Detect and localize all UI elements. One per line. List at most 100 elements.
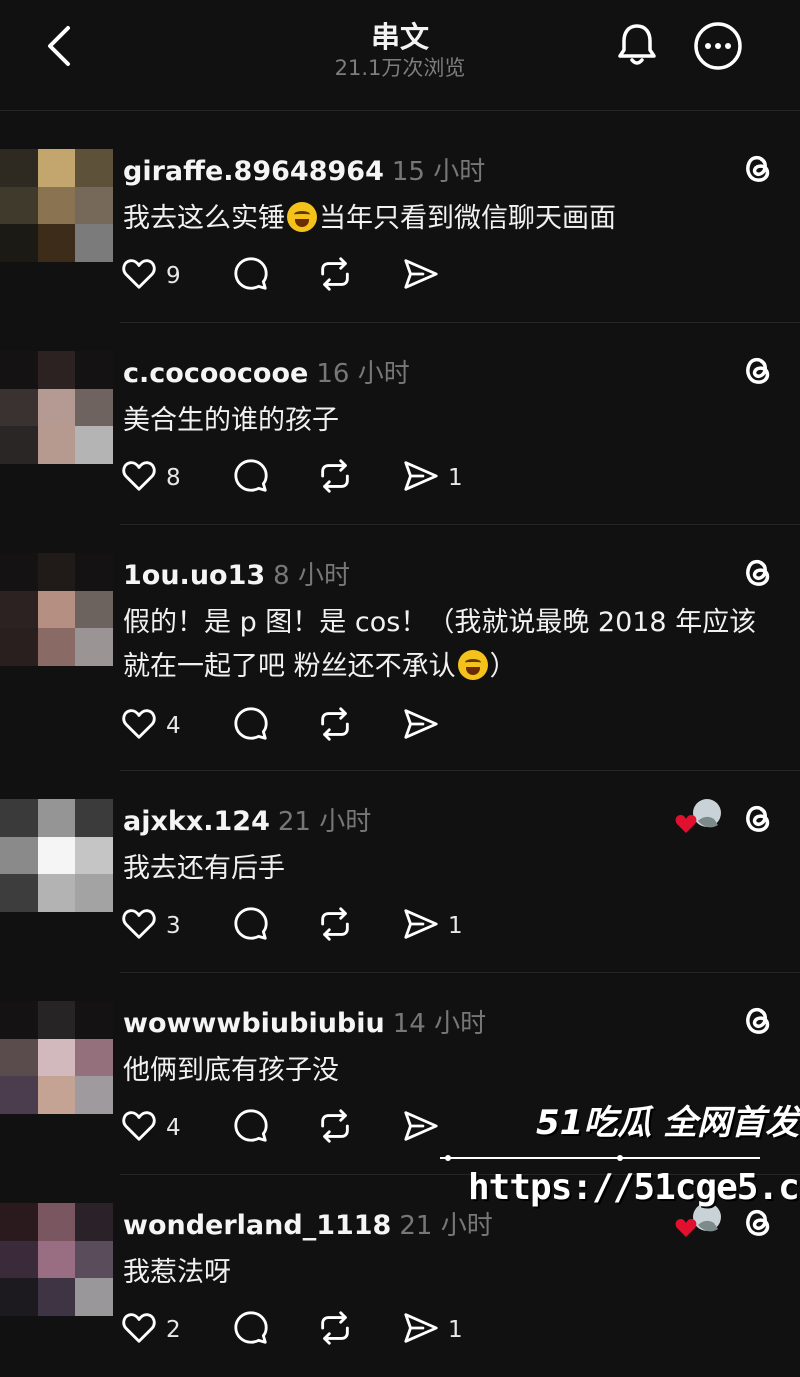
- avatar-pixel: [0, 224, 38, 262]
- share-button[interactable]: [402, 704, 448, 748]
- comment-button[interactable]: [232, 254, 270, 298]
- threads-logo-icon[interactable]: [737, 798, 777, 838]
- avatar-pixel: [75, 1278, 113, 1316]
- share-icon: [402, 1309, 440, 1351]
- username[interactable]: 1ou.uo13 8 小时: [123, 555, 350, 592]
- comment-icon: [232, 255, 270, 297]
- like-button[interactable]: 3: [120, 904, 181, 948]
- share-icon: [402, 255, 440, 297]
- post-text-part: ）: [489, 651, 517, 682]
- comment-button[interactable]: [232, 1308, 270, 1352]
- reply-list: giraffe.89648964 15 小时我去这么实锤 当年只看到微信聊天画面 9 c…: [0, 121, 800, 1377]
- heart-icon: [120, 457, 158, 499]
- username[interactable]: ajxkx.124 21 小时: [123, 801, 371, 838]
- post-time: 8 小时: [273, 561, 350, 591]
- username-text[interactable]: c.cocoocooe: [123, 358, 308, 389]
- threads-logo-icon[interactable]: [737, 552, 777, 592]
- share-button[interactable]: 1: [402, 1308, 463, 1352]
- avatar[interactable]: [0, 149, 113, 262]
- share-count: 1: [448, 465, 463, 491]
- comment-button[interactable]: [232, 904, 270, 948]
- view-count: 21.1万次浏览: [334, 56, 466, 80]
- share-button[interactable]: 1: [402, 456, 463, 500]
- share-button[interactable]: [402, 1106, 448, 1150]
- threads-logo-icon[interactable]: [737, 350, 777, 390]
- avatar-pixel: [0, 1001, 38, 1039]
- avatar[interactable]: [0, 1203, 113, 1316]
- avatar-pixel: [75, 149, 113, 187]
- avatar-pixel: [37, 799, 76, 837]
- repost-button[interactable]: [316, 904, 354, 948]
- post-time: 14 小时: [392, 1009, 487, 1039]
- post-text: 我去这么实锤 当年只看到微信聊天画面: [123, 197, 783, 241]
- like-count: 8: [166, 465, 181, 491]
- avatar-pixel: [37, 1203, 76, 1241]
- repost-button[interactable]: [316, 456, 354, 500]
- comment-button[interactable]: [232, 456, 270, 500]
- like-button[interactable]: 4: [120, 1106, 181, 1150]
- repost-button[interactable]: [316, 704, 354, 748]
- avatar-pixel: [37, 553, 76, 591]
- avatar[interactable]: [0, 1001, 113, 1114]
- more-icon[interactable]: [692, 20, 744, 72]
- avatar-pixel: [37, 1240, 76, 1279]
- repost-button[interactable]: [316, 254, 354, 298]
- username-text[interactable]: wowwwbiubiubiu: [123, 1008, 385, 1039]
- post-time: 21 小时: [277, 807, 372, 837]
- comment-button[interactable]: [232, 704, 270, 748]
- avatar[interactable]: [0, 351, 113, 464]
- avatar-pixel: [75, 590, 113, 629]
- post-text-part: 美合生的谁的孩子: [123, 405, 339, 436]
- reply-post: ajxkx.124 21 小时 我去还有后手 3 1: [0, 771, 800, 973]
- heart-icon: [120, 705, 158, 747]
- like-button[interactable]: 2: [120, 1308, 181, 1352]
- avatar-pixel: [0, 553, 38, 591]
- avatar-pixel: [0, 628, 38, 666]
- avatar-pixel: [75, 836, 113, 875]
- repost-icon: [316, 905, 354, 947]
- avatar-pixel: [0, 426, 38, 464]
- post-text-part: 假的！是 p 图！是 cos！（我就说最晚 2018 年应该就在一起了吧 粉丝还…: [123, 607, 757, 682]
- username-text[interactable]: 1ou.uo13: [123, 560, 265, 591]
- post-text: 他俩到底有孩子没: [123, 1049, 783, 1093]
- avatar-pixel: [75, 426, 113, 464]
- repost-button[interactable]: [316, 1106, 354, 1150]
- username[interactable]: wowwwbiubiubiu 14 小时: [123, 1003, 486, 1040]
- post-text: 假的！是 p 图！是 cos！（我就说最晚 2018 年应该就在一起了吧 粉丝还…: [123, 601, 783, 689]
- avatar-pixel: [37, 836, 76, 875]
- bell-icon[interactable]: [612, 20, 662, 70]
- avatar-pixel: [75, 874, 113, 912]
- avatar-pixel: [0, 1038, 38, 1077]
- comment-button[interactable]: [232, 1106, 270, 1150]
- username[interactable]: c.cocoocooe 16 小时: [123, 353, 410, 390]
- post-time: 15 小时: [391, 157, 486, 187]
- action-bar: 9: [120, 254, 720, 298]
- username-text[interactable]: ajxkx.124: [123, 806, 270, 837]
- post-text-part: 我去这么实锤: [123, 203, 285, 234]
- like-button[interactable]: 8: [120, 456, 181, 500]
- like-button[interactable]: 4: [120, 704, 181, 748]
- share-icon: [402, 705, 440, 747]
- share-icon: [402, 1107, 440, 1149]
- username-text[interactable]: giraffe.89648964: [123, 156, 384, 187]
- threads-logo-icon[interactable]: [737, 148, 777, 188]
- threads-logo-icon[interactable]: [737, 1202, 777, 1242]
- avatar-pixel: [75, 1038, 113, 1077]
- avatar[interactable]: [0, 553, 113, 666]
- threads-logo-icon[interactable]: [737, 1000, 777, 1040]
- username[interactable]: wonderland_1118 21 小时: [123, 1205, 493, 1242]
- like-button[interactable]: 9: [120, 254, 181, 298]
- repost-button[interactable]: [316, 1308, 354, 1352]
- username-text[interactable]: wonderland_1118: [123, 1210, 391, 1241]
- reply-post: wonderland_1118 21 小时我惹法呀 2 1: [0, 1175, 800, 1377]
- username[interactable]: giraffe.89648964 15 小时: [123, 151, 485, 188]
- like-count: 4: [166, 1115, 181, 1141]
- avatar-pixel: [75, 388, 113, 427]
- comment-icon: [232, 1107, 270, 1149]
- post-text: 我惹法呀: [123, 1251, 783, 1295]
- share-button[interactable]: [402, 254, 448, 298]
- post-text-part: 我惹法呀: [123, 1257, 231, 1288]
- avatar[interactable]: [0, 799, 113, 912]
- share-button[interactable]: 1: [402, 904, 463, 948]
- author-liked-icon: [674, 799, 724, 835]
